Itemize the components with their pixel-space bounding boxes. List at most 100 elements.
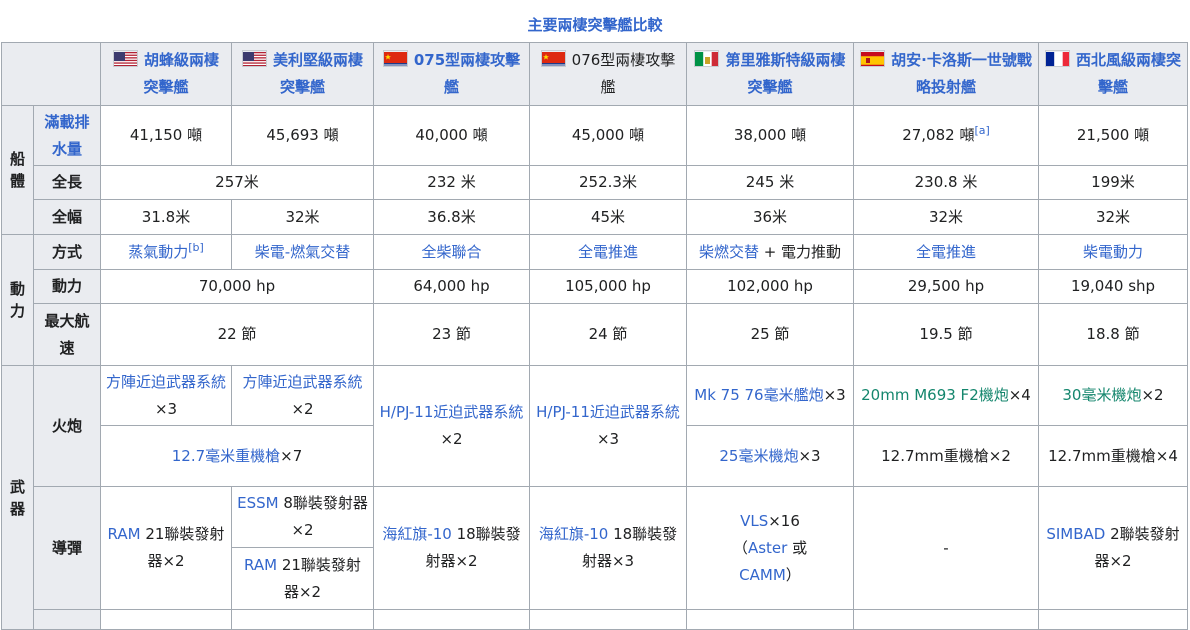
camm-link[interactable]: CAMM (739, 566, 786, 584)
propulsion-mode-row: 動力 方式 蒸氣動力[b] 柴電-燃氣交替 全柴聯合 全電推進 柴燃交替 + 電… (1, 234, 1188, 366)
ship-name[interactable]: 胡安·卡洛斯一世號戰略投射艦 (891, 51, 1032, 96)
m693-link[interactable]: 20mm M693 F2機炮 (861, 386, 1009, 404)
beam-label: 全幅 (33, 199, 101, 235)
cell: RAM 21聯裝發射器×2 (100, 486, 232, 610)
displacement-link[interactable]: 滿載排水量 (44, 113, 89, 158)
cell-text: ×16 (768, 511, 800, 530)
hpj11-link[interactable]: H/PJ-11近迫武器系統 (380, 403, 524, 421)
cell: 245 米 (686, 165, 854, 200)
usa-flag-icon (112, 50, 138, 67)
cell: 199米 (1038, 165, 1188, 200)
cell: 全電推進 (529, 234, 687, 270)
ram-link[interactable]: RAM (244, 556, 277, 574)
cell: 23 節 (373, 303, 530, 366)
france-flag-icon (1044, 50, 1070, 67)
cell: 31.8米 (100, 199, 232, 235)
cell: 252.3米 (529, 165, 687, 200)
cell: 40,000 噸 (373, 105, 530, 166)
mode-label: 方式 (33, 234, 101, 270)
cell-text: ×3 (596, 430, 620, 448)
prc-naval-ensign-icon (540, 50, 566, 67)
codad-link[interactable]: 全柴聯合 (421, 243, 481, 261)
power-row: 動力 70,000 hp 64,000 hp 105,000 hp 102,00… (2, 269, 1188, 304)
iep-link[interactable]: 全電推進 (916, 243, 976, 261)
cell: 19,040 shp (1038, 269, 1188, 304)
cell-text: ×3 (154, 399, 178, 418)
essm-link[interactable]: ESSM (237, 494, 278, 512)
cell-text: 2聯裝發射器×2 (1094, 525, 1180, 570)
iep-link[interactable]: 全電推進 (578, 243, 638, 261)
hq10-link[interactable]: 海紅旗-10 (382, 525, 452, 543)
missile-label: 導彈 (33, 486, 101, 610)
cell: 12.7mm重機槍×2 (853, 425, 1039, 487)
cell: Mk 75 76毫米艦炮×3 (686, 365, 854, 426)
corner-cell (1, 42, 101, 106)
phalanx-link[interactable]: 方陣近迫武器系統 (242, 373, 362, 391)
footnote-b[interactable]: [b] (188, 241, 204, 254)
ship-header-mistral[interactable]: 西北風級兩棲突擊艦 (1038, 42, 1188, 106)
cell: 蒸氣動力[b] (100, 234, 232, 270)
steam-link[interactable]: 蒸氣動力 (128, 243, 188, 261)
cell: 18.8 節 (1038, 303, 1188, 366)
cell: 25 節 (686, 303, 854, 366)
ship-header-row: 胡蜂級兩棲突擊艦 美利堅級兩棲突擊艦 075型兩棲攻擊艦 076型兩棲攻擊艦 第… (1, 42, 1188, 106)
simbad-link[interactable]: SIMBAD (1046, 525, 1105, 543)
cell-text: 21聯裝發射器×2 (277, 555, 361, 601)
vls-link[interactable]: VLS (740, 512, 768, 530)
cell: 45,693 噸 (231, 105, 374, 166)
ship-header-juan-carlos[interactable]: 胡安·卡洛斯一世號戰略投射艦 (853, 42, 1039, 106)
hq10-link[interactable]: 海紅旗-10 (539, 525, 609, 543)
ship-name[interactable]: 西北風級兩棲突擊艦 (1076, 51, 1181, 96)
ram-link[interactable]: RAM (108, 525, 141, 543)
power-group-header: 動力 (1, 234, 34, 366)
cell: RAM 21聯裝發射器×2 (231, 547, 374, 610)
cell: 柴燃交替 + 電力推動 (686, 234, 854, 270)
usa-flag-icon (241, 50, 267, 67)
codlog-link[interactable]: 柴燃交替 (699, 243, 759, 261)
cell-text: 21聯裝發射器×2 (140, 525, 225, 570)
ship-header-trieste[interactable]: 第里雅斯特級兩棲突擊艦 (686, 42, 854, 106)
cell: 25毫米機炮×3 (686, 425, 854, 487)
cell: VLS×16 （Aster 或 CAMM） (686, 486, 854, 610)
ship-header-wasp[interactable]: 胡蜂級兩棲突擊艦 (100, 42, 232, 106)
diesel-electric-link[interactable]: 柴電動力 (1083, 243, 1143, 261)
displacement-label[interactable]: 滿載排水量 (33, 105, 101, 166)
ship-name[interactable]: 美利堅級兩棲突擊艦 (273, 51, 363, 96)
heavy-mg-link[interactable]: 12.7毫米重機槍 (172, 447, 280, 465)
cell: H/PJ-11近迫武器系統 ×2 (373, 365, 530, 487)
cell: 105,000 hp (529, 269, 687, 304)
ship-name[interactable]: 胡蜂級兩棲突擊艦 (143, 51, 219, 96)
hpj11-link[interactable]: H/PJ-11近迫武器系統 (536, 403, 680, 421)
prc-naval-ensign-icon (382, 50, 408, 67)
ship-header-075[interactable]: 075型兩棲攻擊艦 (373, 42, 530, 106)
cell-text: （ (732, 538, 748, 557)
arms-group-header: 武器 (1, 365, 34, 630)
30mm-cannon-link[interactable]: 30毫米機炮 (1062, 386, 1141, 404)
gun-label: 火炮 (33, 365, 101, 487)
ship-name: 076型兩棲攻擊艦 (571, 51, 676, 96)
ship-header-america[interactable]: 美利堅級兩棲突擊艦 (231, 42, 374, 106)
cell-text: ×2 (291, 399, 314, 418)
ship-name[interactable]: 075型兩棲攻擊艦 (414, 51, 520, 96)
cell: 36米 (686, 199, 854, 235)
cell: 海紅旗-10 18聯裝發射器×3 (529, 486, 687, 610)
cell: 32米 (1038, 199, 1188, 235)
power-label: 動力 (33, 269, 101, 304)
ship-name[interactable]: 第里雅斯特級兩棲突擊艦 (725, 51, 845, 96)
aster-link[interactable]: Aster (748, 539, 787, 557)
cell: 64,000 hp (373, 269, 530, 304)
table-caption: 主要兩棲突擊艦比較 (527, 16, 663, 34)
cell: 柴電動力 (1038, 234, 1188, 270)
cell: 41,150 噸 (100, 105, 232, 166)
phalanx-link[interactable]: 方陣近迫武器系統 (106, 373, 226, 391)
cell-text: ×7 (280, 446, 303, 465)
cell: 102,000 hp (686, 269, 854, 304)
codog-link[interactable]: 柴電-燃氣交替 (255, 243, 350, 261)
cell: 70,000 hp (100, 269, 374, 304)
cell: - (853, 486, 1039, 610)
cell: 32米 (853, 199, 1039, 235)
mk75-link[interactable]: Mk 75 76毫米艦炮 (694, 386, 823, 404)
25mm-cannon-link[interactable]: 25毫米機炮 (719, 447, 798, 465)
cell: 27,082 噸[a] (853, 105, 1039, 166)
footnote-a[interactable]: [a] (974, 124, 989, 137)
